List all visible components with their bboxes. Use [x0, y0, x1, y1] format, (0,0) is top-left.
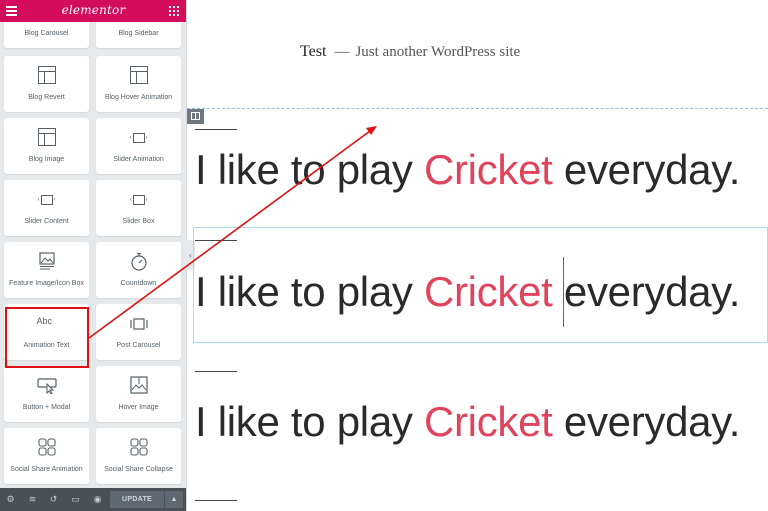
- annotation-arrow: [88, 126, 377, 339]
